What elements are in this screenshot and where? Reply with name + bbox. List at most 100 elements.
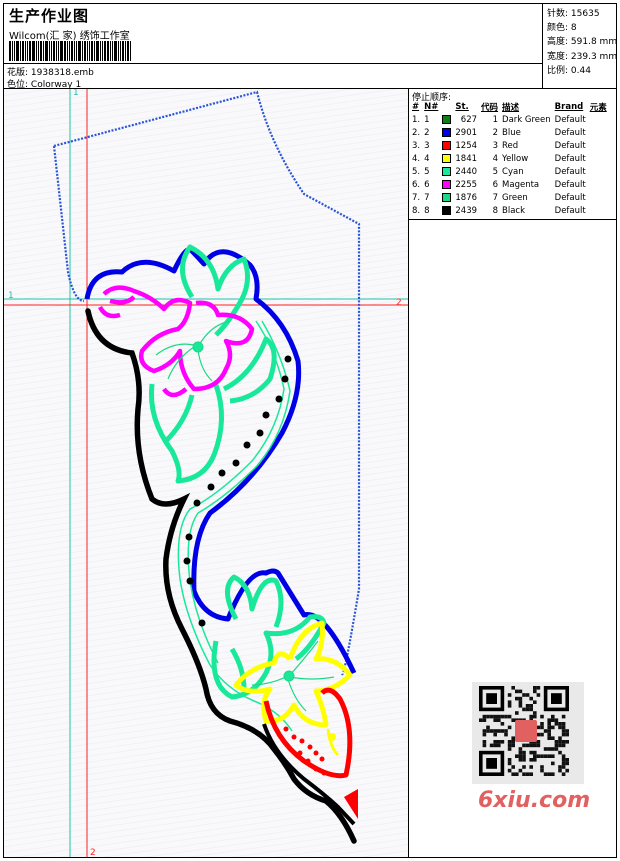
- cell-code: 8: [492, 205, 499, 216]
- barcode-bar: [9, 41, 11, 61]
- cell-index: 2.: [412, 127, 421, 138]
- cell-swatch: [440, 204, 453, 217]
- yellow-accent-line: [326, 728, 340, 757]
- cell-stitches: 1876: [455, 192, 478, 203]
- cell-description: Yellow: [502, 153, 529, 164]
- barcode-bar: [112, 41, 113, 61]
- barcode-bar: [22, 41, 24, 61]
- cell-code: 3: [492, 140, 499, 151]
- barcode-bar: [74, 41, 75, 61]
- barcode-bar: [69, 41, 70, 61]
- black-border: [85, 308, 357, 844]
- header-info: 生产作业图 Wilcom(汇 家) 绣饰工作室 花版: 1938318.emb …: [4, 4, 542, 90]
- cell-brand: Default: [554, 114, 586, 125]
- cell-index: 3.: [412, 140, 421, 151]
- col-description: 描述: [502, 102, 520, 113]
- barcode-bar: [104, 41, 106, 61]
- cell-n: 3: [424, 140, 430, 151]
- table-row: 4. 4 1841 4 Yellow Default: [410, 152, 609, 165]
- cell-stitches: 627: [460, 114, 478, 125]
- barcode-bar: [56, 41, 57, 61]
- cell-description: Black: [502, 205, 526, 216]
- barcode-bar: [100, 41, 101, 61]
- marker-left-1: 1: [8, 291, 14, 301]
- cell-index: 1.: [412, 114, 421, 125]
- cell-description: Green: [502, 192, 528, 203]
- table-row: 8. 8 2439 8 Black Default: [410, 204, 609, 217]
- cell-n: 8: [424, 205, 430, 216]
- report-header: 生产作业图 Wilcom(汇 家) 绣饰工作室 花版: 1938318.emb …: [3, 3, 618, 90]
- cell-element: [588, 113, 609, 126]
- barcode-bar: [114, 41, 117, 61]
- cell-brand: Default: [554, 192, 586, 203]
- col-stitches: St.: [455, 101, 469, 112]
- cell-code: 5: [492, 166, 499, 177]
- company-name: Wilcom(汇 家) 绣饰工作室: [9, 31, 130, 42]
- stat-colors: 颜色: 8: [547, 23, 577, 34]
- lower-flower-center: [283, 670, 295, 682]
- barcode-bar: [53, 41, 55, 61]
- cell-index: 6.: [412, 179, 421, 190]
- cell-n: 4: [424, 153, 430, 164]
- header-divider: [4, 63, 542, 64]
- col-index: #: [412, 101, 420, 112]
- cell-element: [588, 178, 609, 191]
- table-row: 1. 1 627 1 Dark Green Default: [410, 113, 609, 126]
- barcode-bar: [130, 41, 131, 61]
- cell-description: Cyan: [502, 166, 524, 177]
- barcode-bar: [64, 41, 66, 61]
- barcode-bar: [127, 41, 129, 61]
- cell-brand: Default: [554, 166, 586, 177]
- color-swatch: [442, 114, 452, 124]
- color-sequence-panel: 停止顺序: # N# St. 代码 描述 Brand 元素 1. 1 627 1 Dar…: [409, 89, 616, 220]
- col-brand: Brand: [554, 101, 584, 112]
- cell-stitches: 1841: [455, 153, 478, 164]
- barcode-bar: [49, 41, 50, 61]
- color-swatch: [442, 153, 452, 163]
- design-canvas[interactable]: 1 1 2 2: [4, 89, 409, 857]
- cell-brand: Default: [554, 153, 586, 164]
- barcode-bar: [71, 41, 73, 61]
- col-n: N#: [424, 101, 439, 112]
- cell-index: 8.: [412, 205, 421, 216]
- cell-element: [588, 139, 609, 152]
- barcode-bar: [45, 41, 48, 61]
- barcode-bar: [120, 41, 121, 61]
- cell-n: 1: [424, 114, 430, 125]
- barcode: [9, 41, 145, 61]
- barcode-bar: [76, 41, 77, 61]
- barcode-bar: [118, 41, 119, 61]
- cell-stitches: 2440: [455, 166, 478, 177]
- cell-element: [588, 191, 609, 204]
- cell-code: 2: [492, 127, 499, 138]
- barcode-bar: [38, 41, 39, 61]
- stat-width: 宽度: 239.3 mm: [547, 51, 618, 62]
- color-swatch: [442, 192, 452, 202]
- barcode-bar: [58, 41, 59, 61]
- barcode-bar: [87, 41, 88, 61]
- barcode-bar: [32, 41, 35, 61]
- barcode-bar: [89, 41, 90, 61]
- table-row: 2. 2 2901 2 Blue Default: [410, 126, 609, 139]
- cell-brand: Default: [554, 140, 586, 151]
- marker-right-2: 2: [396, 298, 402, 308]
- table-row: 3. 3 1254 3 Red Default: [410, 139, 609, 152]
- barcode-bar: [82, 41, 83, 61]
- cell-stitches: 1254: [455, 140, 478, 151]
- barcode-bar: [125, 41, 126, 61]
- col-code: 代码: [481, 102, 499, 113]
- color-swatch: [442, 166, 452, 176]
- color-sequence-table: # N# St. 代码 描述 Brand 元素 1. 1 627 1 Dark Gree…: [410, 100, 609, 217]
- barcode-bar: [84, 41, 86, 61]
- yellow-accent-dot: [328, 733, 336, 741]
- cell-code: 7: [492, 192, 499, 203]
- stat-stitches: 针数: 15635: [547, 9, 600, 19]
- cell-n: 7: [424, 192, 430, 203]
- cell-stitches: 2439: [455, 205, 478, 216]
- barcode-bar: [110, 41, 111, 61]
- col-element: 元素: [589, 102, 607, 113]
- cell-swatch: [440, 113, 453, 126]
- color-swatch: [442, 127, 452, 137]
- table-row: 6. 6 2255 6 Magenta Default: [410, 178, 609, 191]
- barcode-bar: [107, 41, 109, 61]
